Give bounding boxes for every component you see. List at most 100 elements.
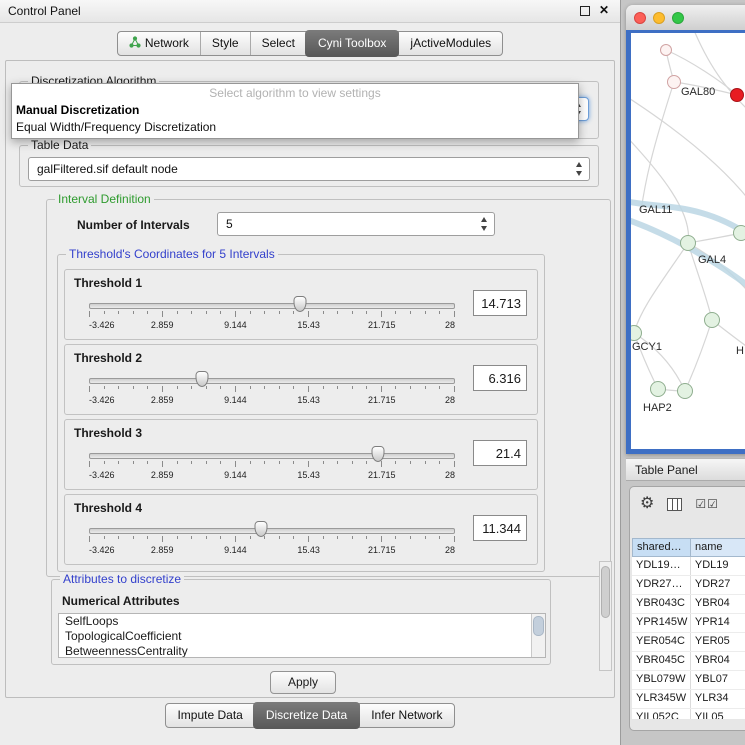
table-cell[interactable]: YLR34 xyxy=(691,690,745,708)
bottom-tab-discretize-data[interactable]: Discretize Data xyxy=(253,702,360,729)
table-cell[interactable]: YDR27 xyxy=(691,576,745,594)
table-cell[interactable]: YIL052C xyxy=(632,709,691,719)
threshold-value-field[interactable]: 21.4 xyxy=(473,440,527,466)
threshold-value-field[interactable]: 11.344 xyxy=(473,515,527,541)
network-canvas[interactable]: GAL80GAL11GAL4GCY1HAP2H xyxy=(631,33,745,454)
network-node[interactable] xyxy=(626,325,642,341)
table-cell[interactable]: YDL19… xyxy=(632,557,691,575)
slider-track[interactable] xyxy=(89,528,455,534)
table-cell[interactable]: YER05 xyxy=(691,633,745,651)
table-cell[interactable]: YPR14 xyxy=(691,614,745,632)
table-cell[interactable]: YBR04 xyxy=(691,595,745,613)
select-columns-icon[interactable]: ☑☑ xyxy=(695,497,719,511)
scrollbar-thumb[interactable] xyxy=(601,566,610,618)
threshold-label: Threshold 2 xyxy=(74,351,142,365)
network-node[interactable] xyxy=(660,44,672,56)
network-view-window: GAL80GAL11GAL4GCY1HAP2H xyxy=(626,5,745,454)
table-data-combobox[interactable]: galFiltered.sif default node xyxy=(28,157,590,181)
close-traffic-light-icon[interactable] xyxy=(634,12,646,24)
slider-track[interactable] xyxy=(89,378,455,384)
table-cell[interactable]: YLR345W xyxy=(632,690,691,708)
dropdown-hint: Select algorithm to view settings xyxy=(12,86,578,100)
table-cell[interactable]: YBL07 xyxy=(691,671,745,689)
table-row[interactable]: YER054CYER05 xyxy=(632,633,745,652)
network-node[interactable] xyxy=(730,88,744,102)
table-cell[interactable]: YDR27… xyxy=(632,576,691,594)
table-cell[interactable]: YBR045C xyxy=(632,652,691,670)
minimize-traffic-light-icon[interactable] xyxy=(653,12,665,24)
threshold-value-field[interactable]: 6.316 xyxy=(473,365,527,391)
table-header-row: shared… name xyxy=(632,538,745,557)
threshold-slider[interactable]: -3.4262.8599.14415.4321.71528 xyxy=(89,521,455,559)
table-row[interactable]: YLR345WYLR34 xyxy=(632,690,745,709)
network-node[interactable] xyxy=(667,75,681,89)
zoom-traffic-light-icon[interactable] xyxy=(672,12,684,24)
slider-ticks xyxy=(89,536,455,543)
threshold-value-field[interactable]: 14.713 xyxy=(473,290,527,316)
slider-thumb[interactable] xyxy=(196,371,209,387)
columns-icon[interactable] xyxy=(667,498,682,511)
attribute-item[interactable]: BetweennessCentrality xyxy=(59,644,545,658)
slider-ticks xyxy=(89,311,455,318)
bottom-tab-impute-data[interactable]: Impute Data xyxy=(166,704,253,727)
combo-arrows-icon xyxy=(574,161,585,177)
threshold-slider[interactable]: -3.4262.8599.14415.4321.71528 xyxy=(89,446,455,484)
slider-thumb[interactable] xyxy=(255,521,268,537)
table-cell[interactable]: YDL19 xyxy=(691,557,745,575)
dropdown-option-manual-discretization[interactable]: Manual Discretization xyxy=(16,103,139,117)
table-cell[interactable]: YBR04 xyxy=(691,652,745,670)
algorithm-dropdown-list: Select algorithm to view settings Manual… xyxy=(11,83,579,139)
slider-track[interactable] xyxy=(89,303,455,309)
column-header-name[interactable]: name xyxy=(691,538,745,557)
dropdown-option-equal-width[interactable]: Equal Width/Frequency Discretization xyxy=(16,120,216,134)
tab-network[interactable]: Network xyxy=(118,32,200,55)
numerical-attributes-list[interactable]: SelfLoopsTopologicalCoefficientBetweenne… xyxy=(58,613,546,658)
tab-cyni-toolbox[interactable]: Cyni Toolbox xyxy=(305,30,399,57)
slider-ticks xyxy=(89,386,455,393)
table-cell[interactable]: YBL079W xyxy=(632,671,691,689)
number-of-intervals-combobox[interactable]: 5 xyxy=(217,212,495,236)
close-icon[interactable]: ✕ xyxy=(599,5,609,16)
network-node[interactable] xyxy=(677,383,693,399)
table-row[interactable]: YIL052CYIL05 xyxy=(632,709,745,719)
table-row[interactable]: YDR27…YDR27 xyxy=(632,576,745,595)
threshold-slider[interactable]: -3.4262.8599.14415.4321.71528 xyxy=(89,296,455,334)
numerical-attributes-label: Numerical Attributes xyxy=(62,594,180,608)
table-cell[interactable]: YPR145W xyxy=(632,614,691,632)
slider-track[interactable] xyxy=(89,453,455,459)
thresholds-group: Threshold's Coordinates for 5 Intervals … xyxy=(57,254,545,572)
bottom-tab-infer-network[interactable]: Infer Network xyxy=(359,704,453,727)
panel-scrollbar[interactable] xyxy=(599,561,612,671)
thresholds-group-title: Threshold's Coordinates for 5 Intervals xyxy=(66,247,278,261)
slider-thumb[interactable] xyxy=(372,446,385,462)
table-cell[interactable]: YBR043C xyxy=(632,595,691,613)
number-of-intervals-value: 5 xyxy=(226,217,233,231)
table-row[interactable]: YBL079WYBL07 xyxy=(632,671,745,690)
slider-thumb[interactable] xyxy=(294,296,307,312)
column-header-shared-name[interactable]: shared… xyxy=(632,538,691,557)
scrollbar-thumb[interactable] xyxy=(533,616,544,636)
table-data-value: galFiltered.sif default node xyxy=(37,162,178,176)
table-row[interactable]: YBR043CYBR04 xyxy=(632,595,745,614)
attribute-item[interactable]: SelfLoops xyxy=(59,614,545,629)
apply-button[interactable]: Apply xyxy=(270,671,336,694)
float-window-icon[interactable] xyxy=(580,6,590,16)
table-cell[interactable]: YIL05 xyxy=(691,709,745,719)
threshold-slider[interactable]: -3.4262.8599.14415.4321.71528 xyxy=(89,371,455,409)
list-scrollbar[interactable] xyxy=(531,614,545,657)
network-node[interactable] xyxy=(680,235,696,251)
table-cell[interactable]: YER054C xyxy=(632,633,691,651)
tab-select[interactable]: Select xyxy=(250,32,306,55)
tab-jactivemodules[interactable]: jActiveModules xyxy=(398,32,502,55)
tab-style[interactable]: Style xyxy=(200,32,250,55)
settings-gear-icon[interactable]: ⚙ xyxy=(640,494,654,514)
table-row[interactable]: YBR045CYBR04 xyxy=(632,652,745,671)
network-node[interactable] xyxy=(650,381,666,397)
control-panel-titlebar: Control Panel ✕ xyxy=(0,0,620,23)
node-label: GAL80 xyxy=(681,86,715,98)
network-node[interactable] xyxy=(704,312,720,328)
table-row[interactable]: YDL19…YDL19 xyxy=(632,557,745,576)
network-node[interactable] xyxy=(733,225,745,241)
table-row[interactable]: YPR145WYPR14 xyxy=(632,614,745,633)
attribute-item[interactable]: TopologicalCoefficient xyxy=(59,629,545,644)
